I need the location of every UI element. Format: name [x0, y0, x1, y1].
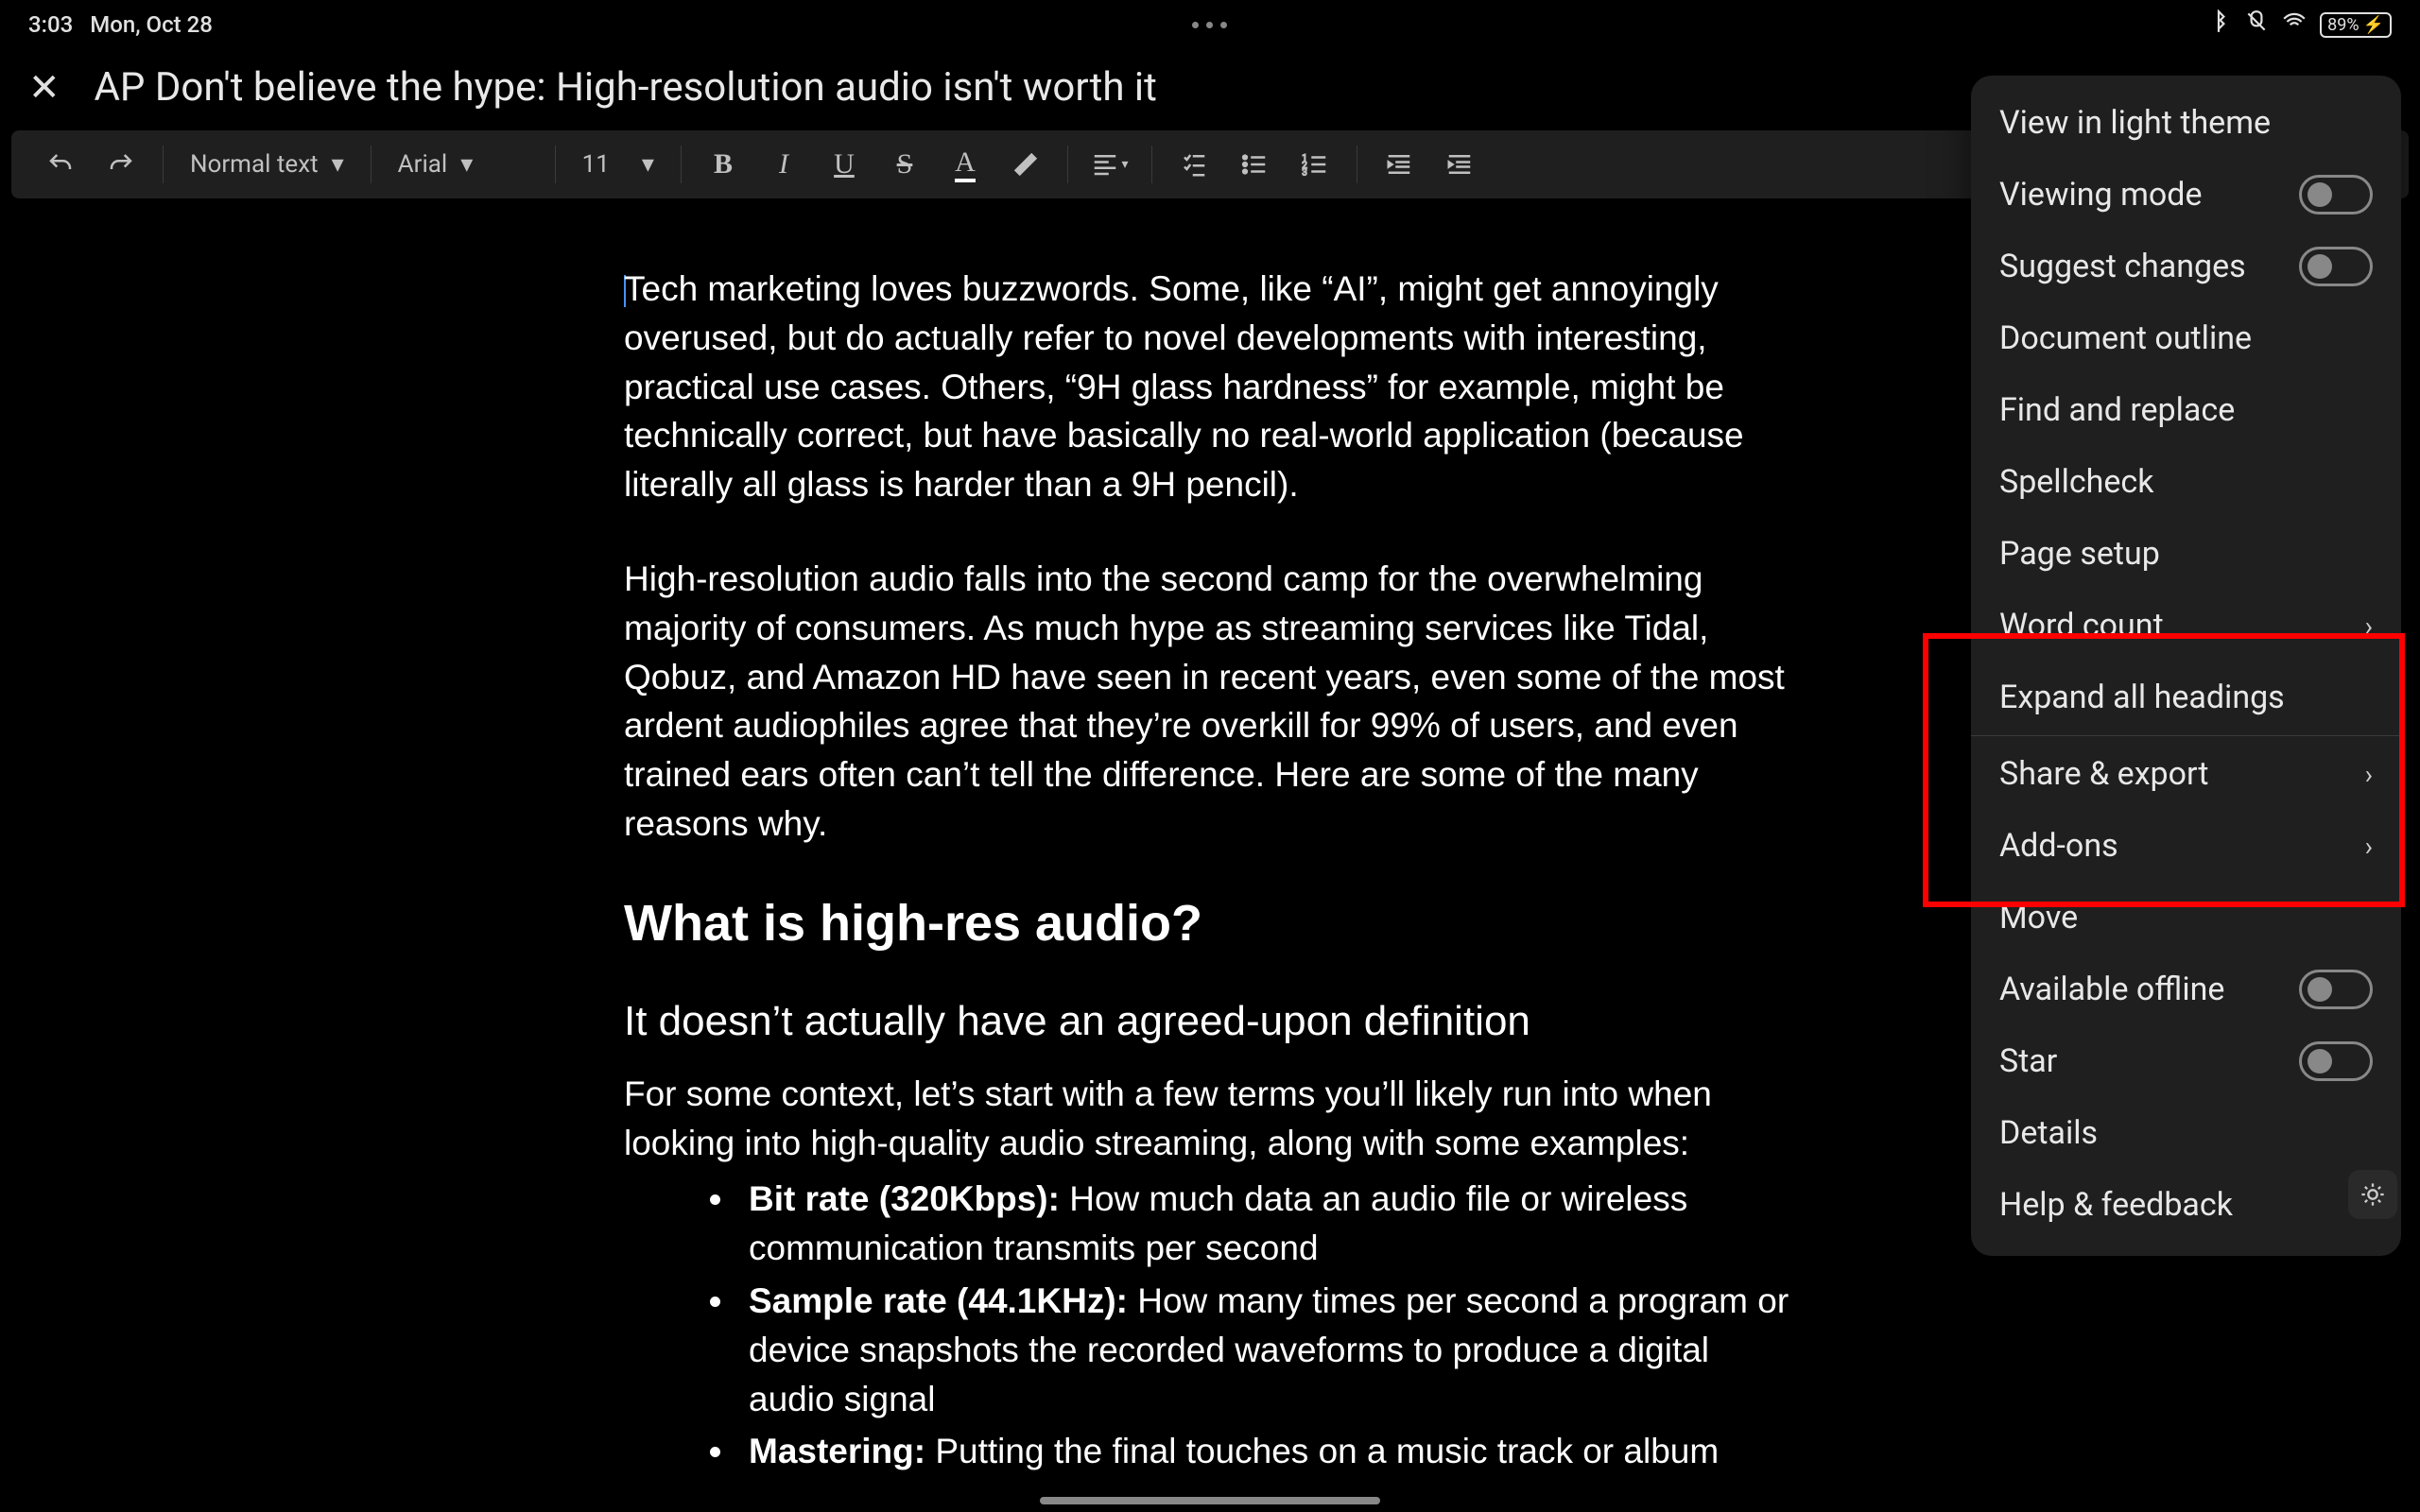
font-size-select[interactable]: 11▾	[567, 150, 669, 179]
overflow-menu: View in light theme Viewing mode Suggest…	[1971, 76, 2401, 1256]
list-item[interactable]: Mastering: Putting the final touches on …	[737, 1427, 1796, 1476]
brightness-icon	[2360, 1181, 2386, 1208]
toggle-off-icon[interactable]	[2299, 1041, 2373, 1081]
chevron-right-icon: ›	[2365, 610, 2373, 642]
menu-find-replace[interactable]: Find and replace	[1971, 374, 2401, 446]
chevron-down-icon: ▾	[642, 150, 654, 179]
heading-3[interactable]: It doesn’t actually have an agreed-upon …	[624, 998, 1796, 1045]
gesture-handle[interactable]	[1040, 1497, 1380, 1504]
battery-indicator: 89%⚡	[2320, 12, 2392, 38]
menu-move[interactable]: Move	[1971, 882, 2401, 954]
document-title[interactable]: AP Don't believe the hype: High-resoluti…	[95, 64, 1157, 111]
toggle-off-icon[interactable]	[2299, 175, 2373, 215]
wifi-icon	[2282, 9, 2307, 40]
highlight-button[interactable]	[995, 138, 1056, 191]
menu-separator	[1971, 735, 2401, 736]
text-color-button[interactable]: A	[935, 138, 995, 191]
chevron-right-icon: ›	[2365, 759, 2373, 790]
indent-button[interactable]	[1429, 138, 1490, 191]
menu-spellcheck[interactable]: Spellcheck	[1971, 446, 2401, 518]
checklist-button[interactable]	[1164, 138, 1224, 191]
list-item[interactable]: Bit rate (320Kbps): How much data an aud…	[737, 1175, 1796, 1273]
menu-viewing-mode[interactable]: Viewing mode	[1971, 159, 2401, 231]
svg-text:3: 3	[1302, 167, 1307, 178]
strikethrough-button[interactable]: S	[874, 138, 935, 191]
bluetooth-icon	[2206, 9, 2231, 40]
outdent-button[interactable]	[1369, 138, 1429, 191]
menu-suggest-changes[interactable]: Suggest changes	[1971, 231, 2401, 302]
menu-share-export[interactable]: Share & export›	[1971, 738, 2401, 810]
italic-button[interactable]: I	[753, 138, 814, 191]
menu-document-outline[interactable]: Document outline	[1971, 302, 2401, 374]
paragraph[interactable]: For some context, let’s start with a few…	[624, 1070, 1796, 1168]
align-button[interactable]: ▾	[1080, 138, 1140, 191]
menu-word-count[interactable]: Word count›	[1971, 590, 2401, 662]
numbered-list-button[interactable]: 123	[1285, 138, 1345, 191]
close-icon[interactable]: ✕	[28, 65, 60, 110]
mute-icon	[2244, 9, 2269, 40]
chevron-right-icon: ›	[2365, 831, 2373, 862]
toggle-off-icon[interactable]	[2299, 970, 2373, 1009]
bold-button[interactable]: B	[693, 138, 753, 191]
paragraph[interactable]: High-resolution audio falls into the sec…	[624, 555, 1796, 849]
undo-button[interactable]	[30, 138, 91, 191]
status-handle-dots	[1192, 22, 1227, 28]
underline-button[interactable]: U	[814, 138, 874, 191]
bulleted-list[interactable]: Bit rate (320Kbps): How much data an aud…	[624, 1175, 1796, 1476]
bulleted-list-button[interactable]	[1224, 138, 1285, 191]
status-time: 3:03	[28, 11, 73, 38]
status-date: Mon, Oct 28	[90, 11, 213, 38]
chevron-down-icon: ▾	[460, 150, 473, 179]
menu-page-setup[interactable]: Page setup	[1971, 518, 2401, 590]
menu-expand-all-headings[interactable]: Expand all headings	[1971, 662, 2401, 733]
menu-help-feedback[interactable]: Help & feedback	[1971, 1169, 2401, 1241]
chevron-down-icon: ▾	[332, 150, 344, 179]
menu-add-ons[interactable]: Add-ons›	[1971, 810, 2401, 882]
menu-star[interactable]: Star	[1971, 1025, 2401, 1097]
paragraph[interactable]: Tech marketing loves buzzwords. Some, li…	[624, 265, 1796, 509]
heading-2[interactable]: What is high-res audio?	[624, 894, 1796, 953]
menu-view-light-theme[interactable]: View in light theme	[1971, 87, 2401, 159]
menu-details[interactable]: Details	[1971, 1097, 2401, 1169]
font-select[interactable]: Arial▾	[383, 150, 544, 179]
paragraph-style-select[interactable]: Normal text▾	[175, 150, 359, 179]
menu-available-offline[interactable]: Available offline	[1971, 954, 2401, 1025]
list-item[interactable]: Sample rate (44.1KHz): How many times pe…	[737, 1277, 1796, 1423]
status-bar: 3:03 Mon, Oct 28 89%⚡	[0, 0, 2420, 49]
brightness-button[interactable]	[2348, 1170, 2397, 1219]
toggle-off-icon[interactable]	[2299, 247, 2373, 286]
redo-button[interactable]	[91, 138, 151, 191]
